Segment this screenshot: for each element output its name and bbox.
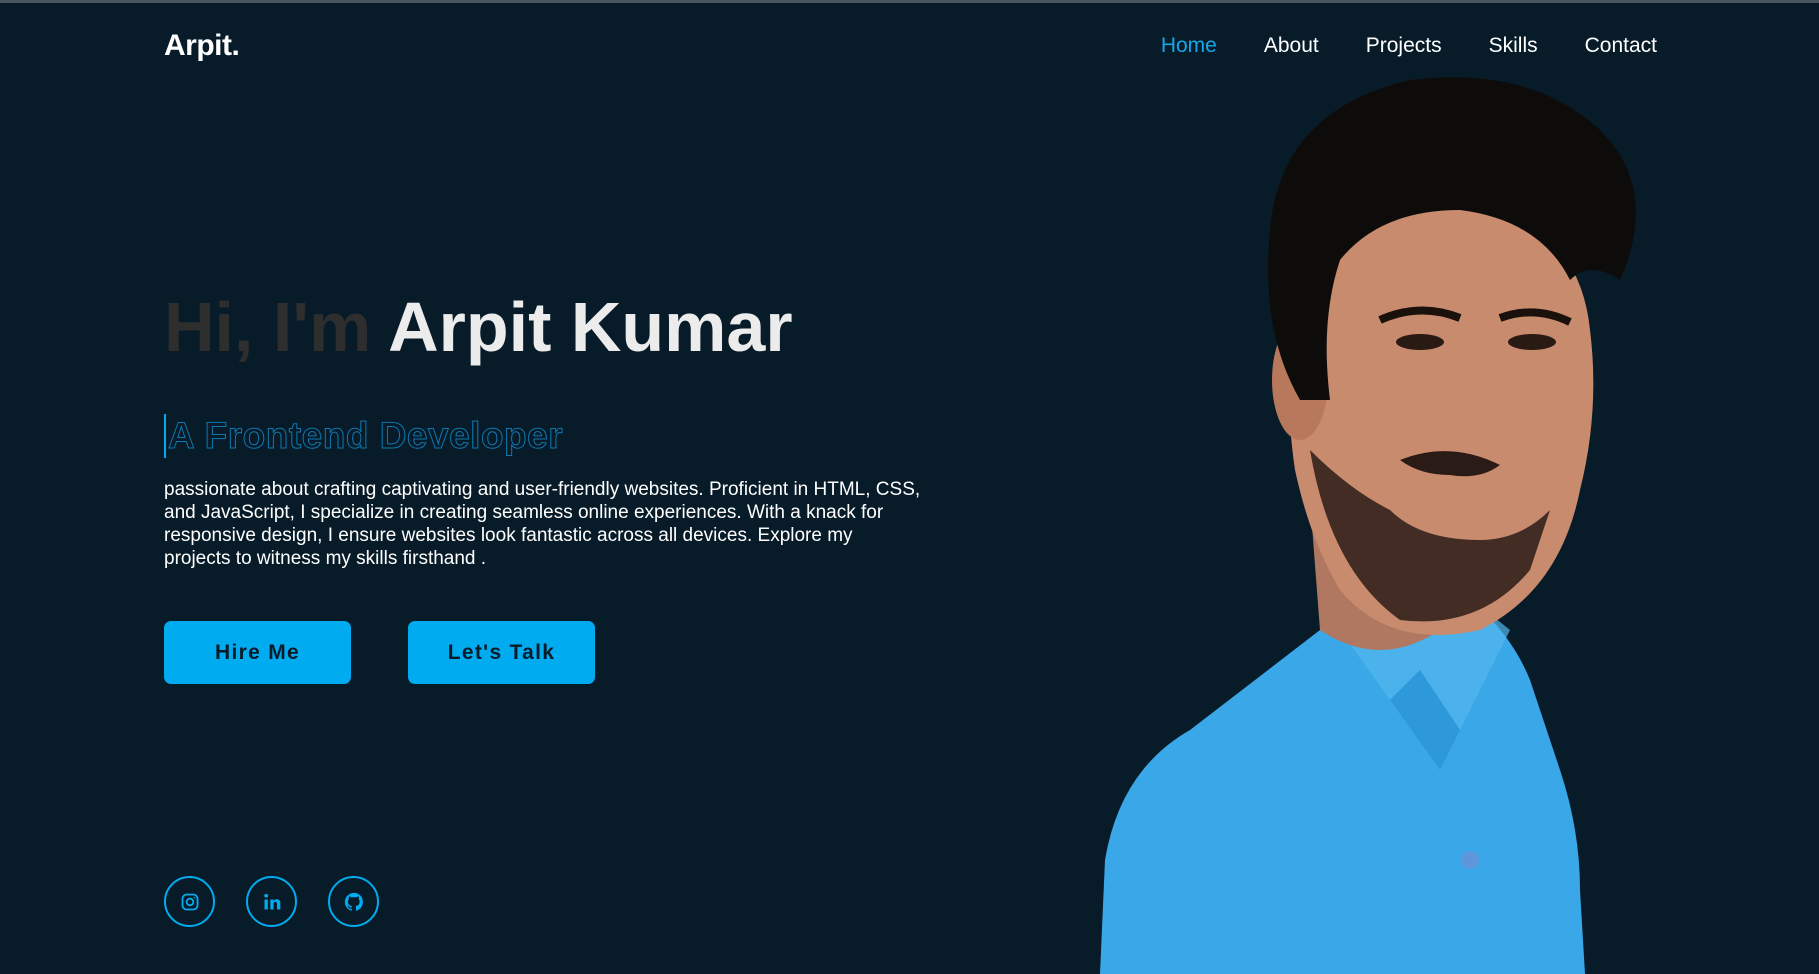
hero-role: A Frontend Developer xyxy=(164,414,924,458)
hero-section: Hi, I'm Arpit Kumar A Frontend Developer… xyxy=(164,292,924,684)
window-top-border xyxy=(0,0,1819,3)
hero-name: Arpit Kumar xyxy=(388,288,793,366)
typing-caret xyxy=(164,414,166,458)
hero-greeting: Hi, I'm xyxy=(164,288,389,366)
profile-photo xyxy=(1100,77,1636,974)
github-icon[interactable] xyxy=(328,876,379,927)
nav-home[interactable]: Home xyxy=(1161,34,1217,58)
instagram-icon[interactable] xyxy=(164,876,215,927)
linkedin-icon[interactable] xyxy=(246,876,297,927)
social-links xyxy=(164,876,379,927)
hero-heading: Hi, I'm Arpit Kumar xyxy=(164,292,924,362)
main-nav: Home About Projects Skills Contact xyxy=(1161,34,1657,58)
site-header: Arpit. Home About Projects Skills Contac… xyxy=(164,22,1657,70)
nav-contact[interactable]: Contact xyxy=(1585,34,1657,58)
hero-buttons: Hire Me Let's Talk xyxy=(164,621,924,684)
nav-about[interactable]: About xyxy=(1264,34,1319,58)
site-logo[interactable]: Arpit. xyxy=(164,29,240,63)
nav-projects[interactable]: Projects xyxy=(1366,34,1442,58)
hero-description: passionate about crafting captivating an… xyxy=(164,479,921,569)
hire-me-button[interactable]: Hire Me xyxy=(164,621,351,684)
portfolio-page: Arpit. Home About Projects Skills Contac… xyxy=(0,0,1819,974)
nav-skills[interactable]: Skills xyxy=(1489,34,1538,58)
hero-role-text: A Frontend Developer xyxy=(167,415,564,457)
lets-talk-button[interactable]: Let's Talk xyxy=(408,621,595,684)
